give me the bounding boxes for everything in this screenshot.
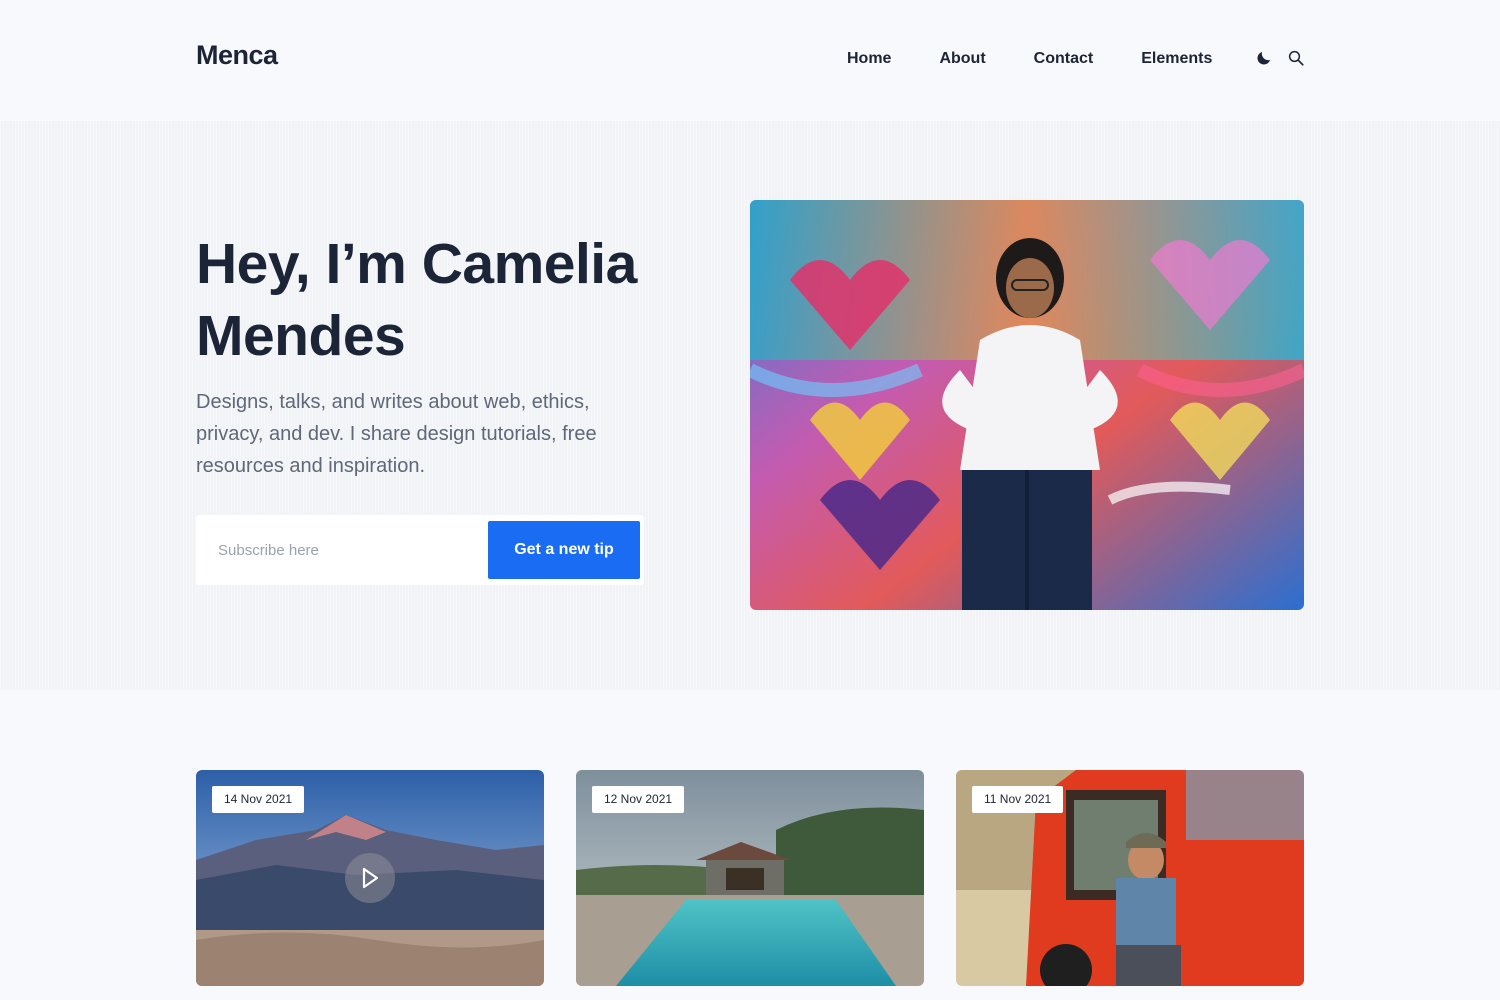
hero-description: Designs, talks, and writes about web, et… xyxy=(196,391,597,477)
post-date-badge: 12 Nov 2021 xyxy=(592,786,685,813)
subscribe-form: Get a new tip xyxy=(196,515,644,585)
site-header: Menca Home About Contact Elements xyxy=(0,0,1500,121)
subscribe-input[interactable] xyxy=(196,515,486,585)
post-card[interactable]: 14 Nov 2021 xyxy=(196,770,544,986)
post-date-badge: 14 Nov 2021 xyxy=(212,786,305,813)
nav-item-about[interactable]: About xyxy=(939,50,985,68)
hero-section: Hey, I’m Camelia Mendes Designs, talks, … xyxy=(0,121,1500,690)
post-card[interactable]: 11 Nov 2021 xyxy=(956,770,1304,986)
moon-icon[interactable] xyxy=(1254,48,1274,68)
nav-item-elements[interactable]: Elements xyxy=(1141,50,1212,68)
post-date-badge: 11 Nov 2021 xyxy=(972,786,1064,813)
nav-item-home[interactable]: Home xyxy=(847,50,891,68)
play-icon[interactable] xyxy=(345,853,395,903)
get-tip-button[interactable]: Get a new tip xyxy=(488,521,640,579)
search-icon[interactable] xyxy=(1286,48,1306,68)
site-logo[interactable]: Menca xyxy=(196,40,278,71)
hero-portrait-image xyxy=(750,200,1304,610)
nav-item-contact[interactable]: Contact xyxy=(1034,50,1094,68)
hero-title: Hey, I’m Camelia Mendes xyxy=(196,232,637,368)
main-nav: Home About Contact Elements xyxy=(847,50,1212,68)
post-card[interactable]: 12 Nov 2021 xyxy=(576,770,924,986)
